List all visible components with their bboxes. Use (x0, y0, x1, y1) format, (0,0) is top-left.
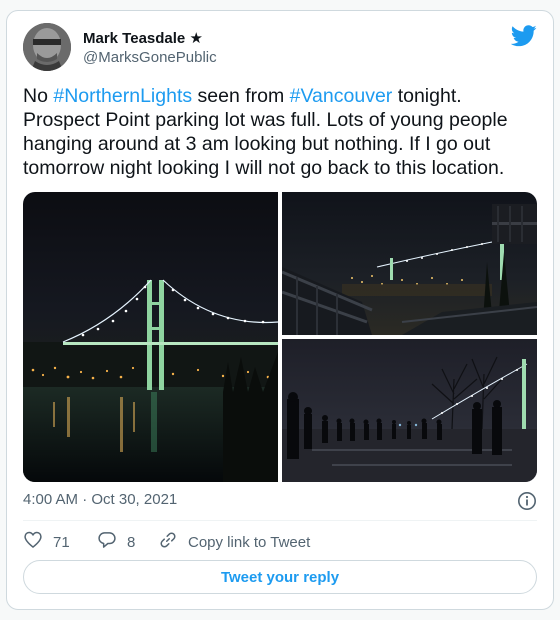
like-button[interactable]: 71 (23, 530, 70, 554)
tweet-text-segment: No (23, 85, 54, 107)
copy-link-button[interactable]: Copy link to Tweet (158, 530, 310, 554)
twitter-bird-icon[interactable] (510, 25, 537, 47)
tweet-header: Mark Teasdale ★ @MarksGonePublic (23, 23, 537, 73)
divider (23, 520, 537, 521)
hashtag-link[interactable]: #Vancouver (290, 85, 393, 107)
tweet-timestamp[interactable]: 4:00 AM · Oct 30, 2021 (23, 491, 177, 508)
tweet-media-grid (23, 192, 537, 482)
reply-icon (97, 530, 127, 554)
author-handle[interactable]: @MarksGonePublic (83, 49, 217, 66)
heart-icon (23, 530, 53, 554)
reply-button[interactable]: 8 (97, 530, 135, 554)
tweet-photo-bridge-night[interactable] (23, 192, 278, 482)
avatar[interactable] (23, 23, 71, 71)
info-icon[interactable] (517, 491, 537, 511)
tweet-photo-lookout[interactable] (282, 192, 537, 335)
tweet-your-reply-button[interactable]: Tweet your reply (23, 560, 537, 594)
tweet-card: Mark Teasdale ★ @MarksGonePublic No #Nor… (6, 10, 554, 610)
timestamp-row: 4:00 AM · Oct 30, 2021 (23, 491, 537, 511)
tweet-photo-crowd[interactable] (282, 339, 537, 482)
reply-count: 8 (127, 533, 136, 551)
like-count: 71 (53, 533, 70, 551)
tweet-text-segment: seen from (192, 85, 290, 107)
tweet-text: No #NorthernLights seen from #Vancouver … (23, 84, 543, 180)
hashtag-link[interactable]: #NorthernLights (53, 85, 192, 107)
link-icon (158, 530, 188, 554)
tweet-actions: 71 8 Copy link to Tweet (23, 530, 537, 554)
copy-link-label: Copy link to Tweet (188, 533, 311, 551)
author-name[interactable]: Mark Teasdale ★ (83, 29, 203, 47)
